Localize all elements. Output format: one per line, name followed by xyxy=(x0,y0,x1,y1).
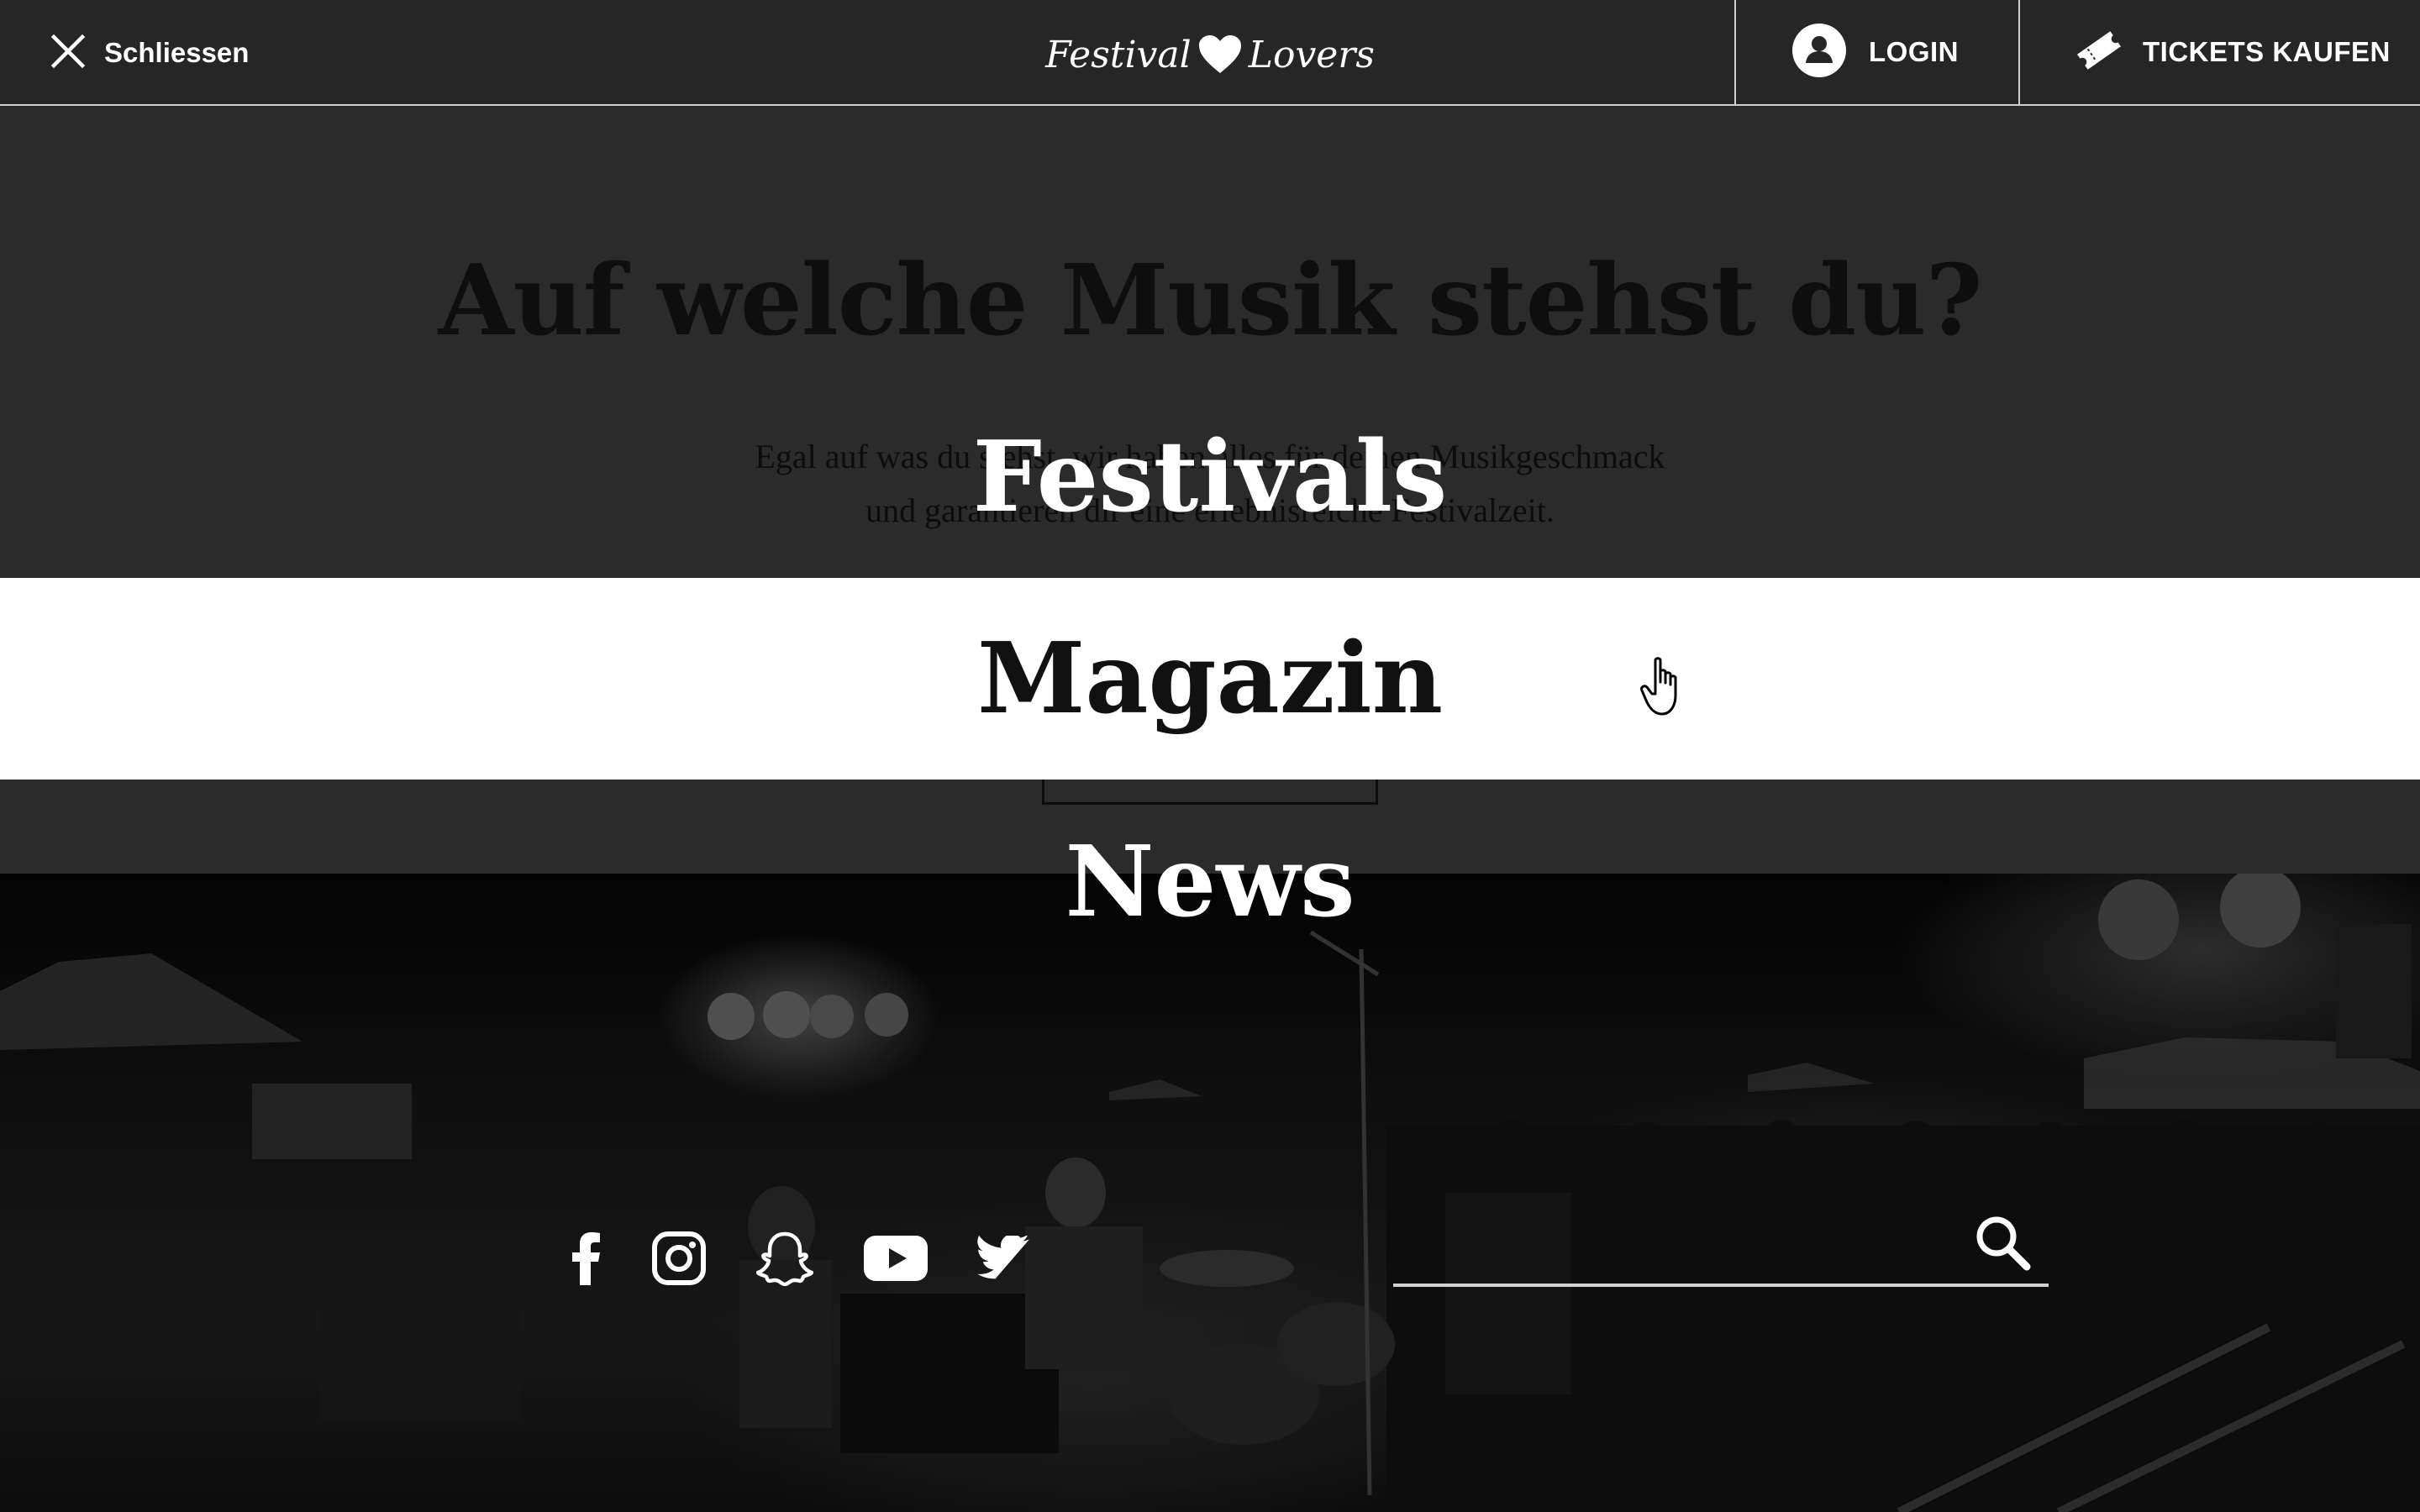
facebook-icon[interactable] xyxy=(560,1225,613,1292)
youtube-icon[interactable] xyxy=(864,1225,928,1292)
hand-cursor-icon xyxy=(1640,657,1687,717)
ticket-icon xyxy=(2075,29,2123,76)
search-field[interactable] xyxy=(1393,1210,2049,1287)
heart-icon xyxy=(1198,34,1242,75)
logo-text-festival: Festival xyxy=(1045,33,1192,76)
search-icon[interactable] xyxy=(1975,1215,2032,1272)
logo-text-lovers: Lovers xyxy=(1248,33,1375,76)
search-input[interactable] xyxy=(1393,1218,1968,1278)
menu-item-news[interactable]: News xyxy=(0,823,2420,941)
login-button[interactable]: LOGIN xyxy=(1734,0,2018,104)
buy-tickets-button[interactable]: TICKETS KAUFEN xyxy=(2018,0,2420,104)
background-heading: Auf welche Musik stehst du? xyxy=(438,244,1982,358)
menu-item-magazin[interactable]: Magazin xyxy=(0,578,2420,780)
buy-tickets-label: TICKETS KAUFEN xyxy=(2143,36,2391,67)
user-icon xyxy=(1791,23,1847,82)
top-header: Schliessen Festival Lovers LOGIN TICKETS… xyxy=(0,0,2420,106)
login-label: LOGIN xyxy=(1869,36,1959,67)
concert-photo xyxy=(0,874,2420,1512)
close-menu-label: Schliessen xyxy=(104,37,250,68)
close-menu-button[interactable]: Schliessen xyxy=(50,30,249,76)
close-icon xyxy=(50,34,86,73)
twitter-icon[interactable] xyxy=(976,1225,1032,1292)
snapchat-icon[interactable] xyxy=(755,1225,815,1292)
menu-item-festivals[interactable]: Festivals xyxy=(0,418,2420,536)
festival-lovers-logo[interactable]: Festival Lovers xyxy=(1045,25,1375,84)
instagram-icon[interactable] xyxy=(649,1225,709,1292)
